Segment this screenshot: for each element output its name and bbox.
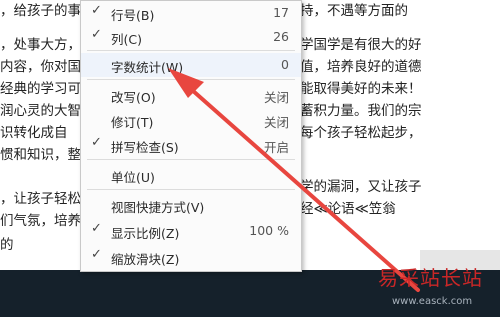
menu-item-spell-check[interactable]: ✓ 拼写检查(S) 开启 xyxy=(81,133,301,157)
menu-item-view-shortcuts[interactable]: 视图快捷方式(V) xyxy=(81,193,301,217)
checkmark-icon: ✓ xyxy=(91,221,102,236)
watermark-title: 易采站长站 xyxy=(378,266,483,290)
doc-line-right: 经≪论语≪笠翁 xyxy=(300,201,396,217)
menu-item-label: 列(C) xyxy=(111,32,142,47)
doc-line-left: 经典的学习可 xyxy=(0,81,81,97)
menu-item-label: 缩放滑块(Z) xyxy=(111,252,180,267)
menu-item-column[interactable]: ✓ 列(C) 26 xyxy=(81,25,301,49)
menu-item-label: 单位(U) xyxy=(111,170,155,185)
menu-item-line-number[interactable]: ✓ 行号(B) 17 xyxy=(81,1,301,25)
doc-line-left: 内容，你对国 xyxy=(0,59,81,75)
doc-line-right: 值，培养良好的道德 xyxy=(300,59,422,75)
doc-line-left: 润心灵的大智 xyxy=(0,103,81,119)
menu-item-label: 修订(T) xyxy=(111,115,154,130)
doc-line-left: ，处事大方， xyxy=(0,37,81,53)
menu-item-value: 关闭 xyxy=(263,90,289,105)
menu-item-value: 关闭 xyxy=(263,115,289,130)
checkmark-icon: ✓ xyxy=(91,3,102,18)
menu-item-value: 17 xyxy=(273,5,289,20)
menu-item-label: 显示比例(Z) xyxy=(111,226,180,241)
menu-item-track-changes[interactable]: 修订(T) 关闭 xyxy=(81,108,301,132)
menu-item-label: 视图快捷方式(V) xyxy=(111,200,205,215)
menu-item-overtype[interactable]: 改写(O) 关闭 xyxy=(81,83,301,107)
doc-line-right: 持，不遇等方面的 xyxy=(300,3,408,19)
menu-item-label: 拼写检查(S) xyxy=(111,140,179,155)
menu-item-zoom[interactable]: ✓ 显示比例(Z) 100 % xyxy=(81,219,301,243)
checkmark-icon: ✓ xyxy=(91,247,102,262)
status-bar-context-menu: ✓ 行号(B) 17 ✓ 列(C) 26 字数统计(W) 0 改写(O) 关闭 … xyxy=(80,0,302,272)
doc-line-left: ，让孩子轻松 xyxy=(0,191,81,207)
menu-item-value: 100 % xyxy=(249,223,289,238)
doc-line-left: 识转化成自 xyxy=(0,125,68,141)
watermark: 易采站长站 www.easck.com xyxy=(374,262,500,317)
menu-separator xyxy=(87,159,295,160)
doc-line-right: 蓄积力量。我们的宗 xyxy=(300,103,422,119)
doc-line-left: 的 xyxy=(0,237,14,253)
doc-line-left: 们气氛，培养 xyxy=(0,213,81,229)
doc-line-right: 学国学是有很大的好 xyxy=(300,37,422,53)
menu-item-label: 字数统计(W) xyxy=(111,60,184,75)
menu-item-value: 26 xyxy=(273,29,289,44)
menu-item-label: 行号(B) xyxy=(111,8,155,23)
doc-line-right: 每个孩子轻松起步， xyxy=(300,125,422,141)
menu-item-units[interactable]: 单位(U) xyxy=(81,163,301,187)
doc-line-right: 能取得美好的未来！ xyxy=(300,81,422,97)
menu-item-zoom-slider[interactable]: ✓ 缩放滑块(Z) xyxy=(81,245,301,269)
menu-item-value: 0 xyxy=(281,57,289,72)
watermark-url: www.easck.com xyxy=(392,296,473,307)
doc-line-left: 惯和知识，整 xyxy=(0,147,81,163)
menu-separator xyxy=(87,189,295,190)
menu-separator xyxy=(87,79,295,80)
menu-item-word-count[interactable]: 字数统计(W) 0 xyxy=(81,53,301,77)
checkmark-icon: ✓ xyxy=(91,27,102,42)
checkmark-icon: ✓ xyxy=(91,135,102,150)
menu-separator xyxy=(87,50,295,51)
doc-line-right: 学的漏洞，又让孩子 xyxy=(300,179,422,195)
menu-item-label: 改写(O) xyxy=(111,90,156,105)
menu-item-value: 开启 xyxy=(263,140,289,155)
